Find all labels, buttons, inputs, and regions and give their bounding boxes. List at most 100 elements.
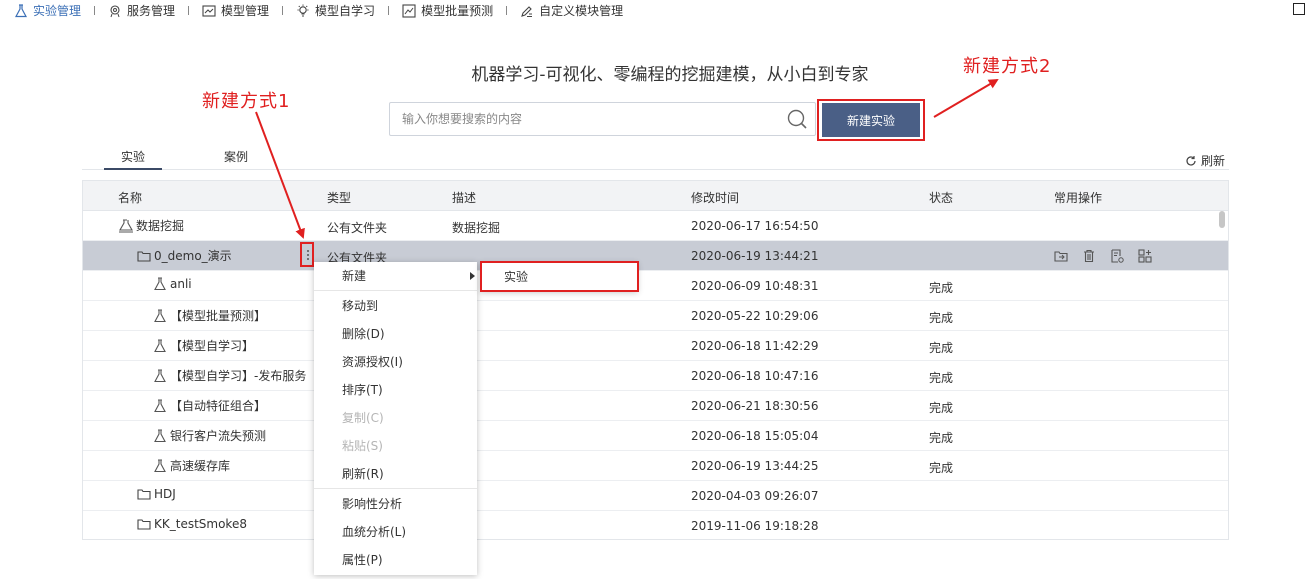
table-row[interactable]: 【自动特征组合】 2020-06-21 18:30:56 完成	[83, 391, 1228, 421]
trend-icon	[402, 3, 416, 18]
menu-item-label: 新建	[342, 269, 367, 283]
service-icon	[110, 4, 120, 17]
row-name-text: 0_demo_演示	[154, 249, 232, 263]
row-time: 2020-06-09 10:48:31	[691, 279, 819, 293]
table-row[interactable]: 【模型批量预测】 2020-05-22 10:29:06 完成	[83, 301, 1228, 331]
row-name: 【模型自学习】-发布服务	[153, 367, 306, 384]
nav-service-management[interactable]: 服务管理	[108, 0, 175, 21]
nav-model-management[interactable]: 模型管理	[202, 0, 269, 21]
row-type: 公有文件夹	[327, 221, 388, 235]
nav-divider	[388, 6, 390, 15]
row-name-text: 银行客户流失预测	[170, 429, 267, 443]
menu-item-sort[interactable]: 排序(T)	[314, 376, 477, 404]
row-name: 银行客户流失预测	[153, 427, 266, 444]
header-name: 名称	[118, 191, 143, 205]
row-name: 【模型批量预测】	[153, 307, 266, 324]
table-header: 名称 类型 描述 修改时间 状态 常用操作	[83, 181, 1228, 211]
menu-item-move-to[interactable]: 移动到	[314, 292, 477, 320]
row-name-text: KK_testSmoke8	[154, 517, 247, 531]
row-name-text: 【模型自学习】-发布服务	[170, 369, 307, 383]
search-box	[389, 102, 816, 136]
row-name: HDJ	[137, 487, 176, 501]
row-time: 2020-06-18 11:42:29	[691, 339, 819, 353]
nav-label: 模型批量预测	[421, 4, 494, 18]
menu-item-lineage-analysis[interactable]: 血统分析(L)	[314, 518, 477, 546]
row-actions	[1053, 248, 1153, 264]
nav-model-self-learning[interactable]: 模型自学习	[296, 0, 375, 21]
table-scrollbar[interactable]	[1219, 211, 1225, 228]
tab-bar: 实验 案例	[82, 146, 1229, 170]
settings-doc-icon[interactable]	[1109, 248, 1125, 264]
menu-item-properties[interactable]: 属性(P)	[314, 546, 477, 574]
menu-item-refresh[interactable]: 刷新(R)	[314, 460, 477, 488]
row-status: 完成	[929, 311, 954, 325]
table-row[interactable]: anli 2020-06-09 10:48:31 完成	[83, 271, 1228, 301]
nav-label: 模型管理	[221, 4, 270, 18]
highlight-box-more-button	[300, 242, 314, 267]
nav-experiment-management[interactable]: 实验管理	[14, 0, 81, 21]
flask-icon	[154, 277, 166, 291]
row-name: anli	[153, 277, 192, 291]
row-name-text: HDJ	[154, 487, 176, 501]
nav-label: 实验管理	[33, 4, 82, 18]
row-status: 完成	[929, 401, 954, 415]
header-description: 描述	[452, 191, 477, 205]
tab-experiment[interactable]: 实验	[104, 146, 162, 170]
header-modified-time: 修改时间	[691, 191, 740, 205]
row-time: 2020-04-03 09:26:07	[691, 489, 819, 503]
refresh-button[interactable]: 刷新	[1185, 152, 1225, 169]
row-time: 2020-06-21 18:30:56	[691, 399, 819, 413]
refresh-icon	[1186, 155, 1196, 166]
search-icon[interactable]	[786, 108, 808, 130]
menu-item-delete[interactable]: 删除(D)	[314, 320, 477, 348]
row-time: 2020-06-17 16:54:50	[691, 219, 819, 233]
folder-icon	[137, 250, 151, 262]
row-name: 高速缓存库	[153, 457, 230, 474]
row-status: 完成	[929, 431, 954, 445]
table-row[interactable]: 银行客户流失预测 2020-06-18 15:05:04 完成	[83, 421, 1228, 451]
nav-divider	[188, 6, 190, 15]
row-name: 0_demo_演示	[137, 247, 232, 264]
row-time: 2020-06-18 10:47:16	[691, 369, 819, 383]
table-row[interactable]: 高速缓存库 2020-06-19 13:44:25 完成	[83, 451, 1228, 481]
row-status: 完成	[929, 371, 954, 385]
table-row[interactable]: 【模型自学习】-发布服务 2020-06-18 10:47:16 完成	[83, 361, 1228, 391]
nav-batch-prediction[interactable]: 模型批量预测	[402, 0, 493, 21]
menu-item-impact-analysis[interactable]: 影响性分析	[314, 490, 477, 518]
header-actions: 常用操作	[1054, 191, 1103, 205]
grid-add-icon[interactable]	[1137, 248, 1153, 264]
nav-label: 模型自学习	[315, 4, 376, 18]
menu-divider	[314, 488, 477, 489]
nav-custom-module-management[interactable]: 自定义模块管理	[520, 0, 623, 21]
chart-icon	[202, 4, 216, 17]
row-time: 2020-05-22 10:29:06	[691, 309, 819, 323]
search-input[interactable]	[390, 103, 780, 135]
annotation-arrow-method-2	[933, 78, 999, 118]
row-time: 2020-06-19 13:44:25	[691, 459, 819, 473]
highlight-box-submenu	[480, 261, 639, 292]
submenu-arrow-icon	[470, 272, 475, 280]
table-row[interactable]: HDJ 2020-04-03 09:26:07	[83, 481, 1228, 511]
nav-divider	[506, 6, 508, 15]
table-row[interactable]: KK_testSmoke8 2019-11-06 19:18:28	[83, 511, 1228, 539]
table-row[interactable]: 数据挖掘 公有文件夹 数据挖掘 2020-06-17 16:54:50	[83, 211, 1228, 241]
nav-label: 服务管理	[127, 4, 176, 18]
annotation-method-1: 新建方式1	[202, 91, 291, 112]
row-name-text: 【自动特征组合】	[170, 399, 267, 413]
table-row[interactable]: 【模型自学习】 2020-06-18 11:42:29 完成	[83, 331, 1228, 361]
row-name-text: 高速缓存库	[170, 459, 231, 473]
tab-case[interactable]: 案例	[224, 146, 254, 170]
move-to-icon[interactable]	[1053, 248, 1069, 264]
menu-item-resource-auth[interactable]: 资源授权(I)	[314, 348, 477, 376]
row-time: 2020-06-19 13:44:21	[691, 249, 819, 263]
menu-item-new[interactable]: 新建	[314, 262, 477, 290]
flask-icon	[154, 398, 166, 412]
delete-icon[interactable]	[1081, 248, 1097, 264]
nav-divider	[282, 6, 284, 15]
flask-icon	[154, 428, 166, 442]
maximize-icon[interactable]	[1293, 3, 1305, 15]
header-status: 状态	[929, 191, 954, 205]
menu-item-paste: 粘贴(S)	[342, 439, 383, 453]
row-name: 【模型自学习】	[153, 337, 254, 354]
row-time: 2019-11-06 19:18:28	[691, 519, 819, 533]
